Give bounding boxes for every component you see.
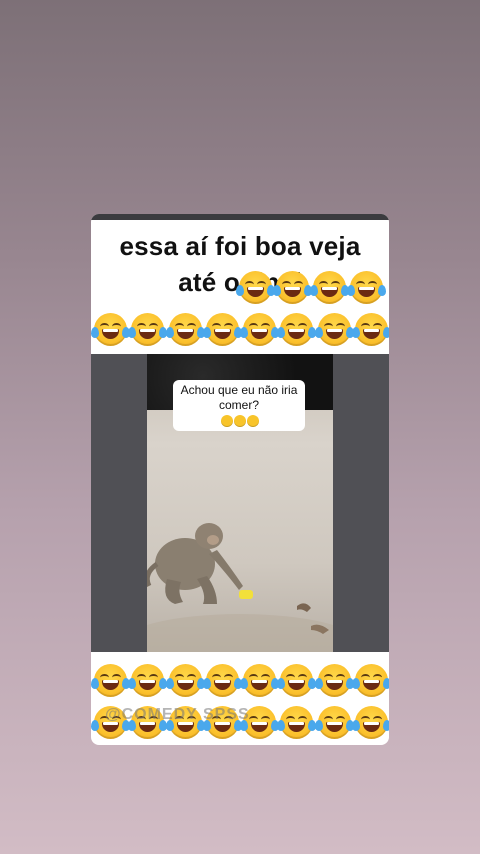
- monkey-scene-image: [147, 523, 333, 652]
- face-with-tears-of-joy-icon: [240, 664, 280, 697]
- card-top-strip: [91, 214, 389, 220]
- face-with-tears-of-joy-icon: [314, 664, 354, 697]
- face-with-tears-of-joy-icon: [128, 313, 168, 346]
- face-with-tears-of-joy-icon: [202, 664, 242, 697]
- face-with-tears-of-joy-icon: [273, 271, 312, 304]
- face-with-tears-of-joy-icon: [240, 313, 280, 346]
- face-with-tears-of-joy-icon: [351, 706, 389, 739]
- emoji-row-top: [91, 313, 389, 346]
- post-card[interactable]: essa aí foi boa veja até o final Achou q…: [91, 214, 389, 745]
- face-with-tears-of-joy-icon: [236, 271, 275, 304]
- face-with-tears-of-joy-icon: [277, 706, 317, 739]
- face-with-tears-of-joy-icon: [277, 313, 317, 346]
- headline-emoji-group: [236, 271, 386, 304]
- face-with-tears-of-joy-icon: [347, 271, 386, 304]
- face-with-tears-of-joy-icon: [314, 706, 354, 739]
- watermark-text: @COMEDY SPSS: [105, 706, 250, 723]
- face-with-tears-of-joy-icon: [202, 313, 242, 346]
- face-with-tears-of-joy-icon: [277, 664, 317, 697]
- face-with-tears-of-joy-icon: [351, 664, 389, 697]
- face-with-tears-of-joy-icon: [91, 313, 130, 346]
- face-with-tears-of-joy-icon: [128, 664, 168, 697]
- video-player[interactable]: Achou que eu não iria comer?: [91, 354, 389, 652]
- face-with-tears-of-joy-icon: [91, 664, 130, 697]
- face-with-tears-of-joy-icon: [165, 664, 205, 697]
- face-with-tears-of-joy-icon: [314, 313, 354, 346]
- face-with-tears-of-joy-icon: [310, 271, 349, 304]
- video-frame[interactable]: Achou que eu não iria comer?: [147, 354, 333, 652]
- headline-line-1: essa aí foi boa veja: [119, 231, 361, 261]
- face-with-tears-of-joy-icon: [165, 313, 205, 346]
- emoji-row-bottom-1: [91, 664, 389, 697]
- face-with-tears-of-joy-icon: [351, 313, 389, 346]
